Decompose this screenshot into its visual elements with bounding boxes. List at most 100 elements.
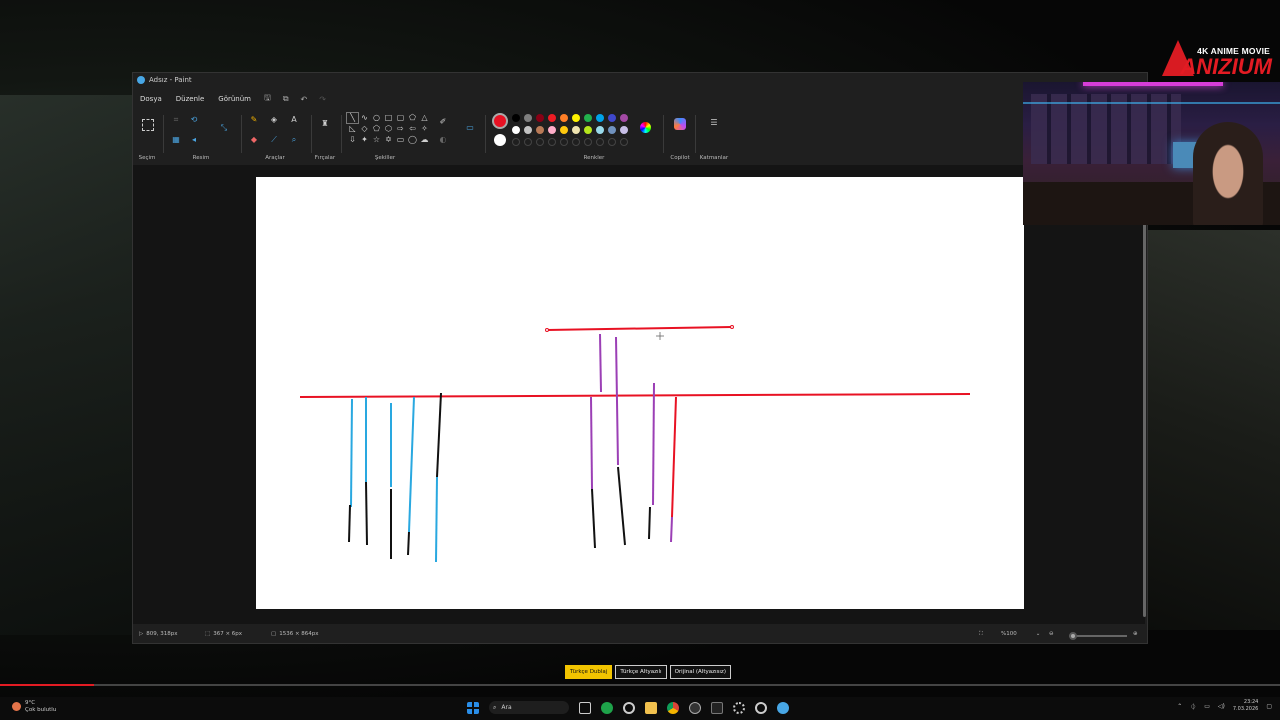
eraser-icon[interactable]: ◆ bbox=[249, 135, 259, 145]
text-icon[interactable]: A bbox=[289, 115, 299, 125]
weather-widget[interactable]: 9°C Çok bulutlu bbox=[12, 700, 56, 714]
shape-arrow-left-icon[interactable]: ⇦ bbox=[407, 124, 418, 134]
menu-bar: Dosya Düzenle Görünüm 🖫 ⧉ ↶ ↷ bbox=[133, 92, 332, 106]
shape-arrow-right-icon[interactable]: ⇨ bbox=[395, 124, 406, 134]
zoom-slider[interactable] bbox=[1069, 635, 1127, 637]
paint-taskbar-icon[interactable] bbox=[777, 701, 789, 714]
system-tray: ⌃ ⏀ ▭ ◁) 23:24 7.03.2026 ▢ bbox=[1177, 699, 1272, 713]
resize-icon[interactable]: ⤡ bbox=[219, 123, 229, 133]
divider bbox=[311, 115, 312, 153]
undo-icon[interactable]: ↶ bbox=[295, 95, 314, 104]
cursor-position: ▷ 809, 318px bbox=[139, 631, 177, 637]
divider bbox=[663, 115, 664, 153]
brush-icon[interactable]: ♜ bbox=[320, 119, 330, 129]
menu-view[interactable]: Görünüm bbox=[211, 95, 258, 103]
stroke-cyan-5 bbox=[435, 476, 438, 563]
rotate-icon[interactable]: ⟲ bbox=[189, 115, 199, 125]
xbox-icon[interactable] bbox=[601, 701, 613, 714]
shape-hexagon-icon[interactable]: ⬡ bbox=[383, 124, 394, 134]
shape-roundrect-icon[interactable]: ▢ bbox=[395, 113, 406, 123]
share-icon[interactable]: ⧉ bbox=[277, 94, 295, 104]
crop-icon[interactable]: ⌗ bbox=[171, 115, 181, 125]
divider bbox=[485, 115, 486, 153]
crosshair-cursor bbox=[656, 332, 664, 340]
terminal-icon[interactable] bbox=[711, 701, 723, 714]
vertical-scrollbar[interactable] bbox=[1143, 221, 1146, 617]
stroke-cyan-4 bbox=[408, 396, 415, 533]
color-picker-icon[interactable]: ⟋ bbox=[269, 135, 279, 145]
clock[interactable]: 23:24 7.03.2026 bbox=[1233, 699, 1258, 713]
zoom-in-icon[interactable]: ⊕ bbox=[1133, 631, 1138, 637]
layers-icon[interactable]: ☰ bbox=[709, 118, 719, 128]
obs-icon[interactable] bbox=[689, 701, 701, 714]
shape-polygon-icon[interactable]: ⬠ bbox=[407, 113, 418, 123]
copilot-icon[interactable] bbox=[674, 118, 686, 130]
shape-star6-icon[interactable]: ✡ bbox=[383, 135, 394, 145]
windows-start-icon[interactable] bbox=[467, 701, 479, 714]
original-button[interactable]: Orijinal (Altyazısız) bbox=[669, 665, 731, 679]
shape-cloud-icon[interactable]: ☁ bbox=[419, 135, 430, 145]
stroke-purple-4 bbox=[652, 382, 655, 506]
menu-edit[interactable]: Düzenle bbox=[169, 95, 212, 103]
fill-shape-icon[interactable]: ◐ bbox=[438, 135, 448, 145]
fill-icon[interactable]: ◈ bbox=[269, 115, 279, 125]
shape-pentagon-icon[interactable]: ⬠ bbox=[371, 124, 382, 134]
outline-icon[interactable]: ✐ bbox=[438, 117, 448, 127]
divider bbox=[241, 115, 242, 153]
shape-oval-icon[interactable]: ○ bbox=[371, 113, 382, 123]
shape-diamond-icon[interactable]: ◇ bbox=[359, 124, 370, 134]
ribbon: Seçim ⌗ ⟲ ⤡ ▦ ◂ Resim ✎ ◈ A ◆ ⟋ ⌕ Araçla… bbox=[133, 109, 1147, 161]
pencil-icon[interactable]: ✎ bbox=[249, 115, 259, 125]
divider bbox=[341, 115, 342, 153]
subtitled-button[interactable]: Türkçe Altyazılı bbox=[615, 665, 667, 679]
shape-star4-icon[interactable]: ✧ bbox=[419, 124, 430, 134]
neon-strip bbox=[1083, 82, 1223, 86]
shape-triangle-icon[interactable]: △ bbox=[419, 113, 430, 123]
file-explorer-icon[interactable] bbox=[645, 701, 657, 714]
stroke-cyan-1 bbox=[350, 398, 353, 508]
image-label: Resim bbox=[192, 155, 210, 161]
volume-icon[interactable]: ◁) bbox=[1218, 703, 1225, 710]
size-icon[interactable]: ▭ bbox=[465, 123, 475, 133]
shape-star5-icon[interactable]: ☆ bbox=[371, 135, 382, 145]
zoom-out-icon[interactable]: ⊖ bbox=[1049, 631, 1054, 637]
menu-file[interactable]: Dosya bbox=[133, 95, 169, 103]
brushes-label: Fırçalar bbox=[314, 155, 336, 161]
zoom-slider-thumb[interactable] bbox=[1069, 632, 1077, 640]
ai-app-icon[interactable] bbox=[755, 701, 767, 714]
fit-screen-icon[interactable]: ⛶ bbox=[979, 631, 983, 638]
magnifier-icon[interactable]: ⌕ bbox=[289, 135, 299, 145]
chrome-icon[interactable] bbox=[667, 701, 679, 714]
tray-chevron-icon[interactable]: ⌃ bbox=[1177, 703, 1182, 710]
stroke-black-1 bbox=[348, 504, 351, 543]
microphone-icon[interactable]: ⏀ bbox=[1190, 702, 1196, 711]
dub-button[interactable]: Türkçe Dublaj bbox=[565, 665, 613, 679]
taskbar-search[interactable]: ⌕ Ara bbox=[489, 701, 569, 714]
task-view-icon[interactable] bbox=[579, 701, 591, 714]
selection-handle-left bbox=[545, 328, 549, 332]
neon-strip-blue bbox=[1023, 102, 1280, 104]
weather-icon bbox=[12, 702, 21, 711]
redo-icon[interactable]: ↷ bbox=[313, 95, 332, 104]
save-icon[interactable]: 🖫 bbox=[258, 92, 277, 106]
drawing-canvas[interactable] bbox=[256, 177, 1024, 609]
shape-callout-icon[interactable]: ▭ bbox=[395, 135, 406, 145]
shape-right-triangle-icon[interactable]: ◺ bbox=[347, 124, 358, 134]
shape-rect-icon[interactable]: □ bbox=[383, 113, 394, 123]
notification-icon[interactable]: ▢ bbox=[1266, 703, 1272, 710]
shape-line-icon[interactable]: ╲ bbox=[346, 112, 359, 124]
video-progress-bar[interactable] bbox=[0, 684, 1280, 686]
shape-curve-icon[interactable]: ∿ bbox=[359, 113, 370, 123]
stroke-purple-3 bbox=[590, 396, 593, 490]
image-tool-icon[interactable]: ▦ bbox=[171, 135, 181, 145]
stroke-black-8 bbox=[648, 506, 651, 540]
select-rect-icon[interactable] bbox=[142, 119, 154, 131]
settings-app-icon[interactable] bbox=[623, 701, 635, 714]
flip-icon[interactable]: ◂ bbox=[189, 135, 199, 145]
network-icon[interactable]: ▭ bbox=[1204, 703, 1210, 710]
shape-callout-oval-icon[interactable]: ◯ bbox=[407, 135, 418, 145]
zoom-select[interactable]: %100 ⌄ bbox=[1001, 631, 1040, 637]
shape-star-icon[interactable]: ✦ bbox=[359, 135, 370, 145]
shape-arrow-down-icon[interactable]: ⇩ bbox=[347, 135, 358, 145]
gear-icon[interactable] bbox=[733, 701, 745, 714]
